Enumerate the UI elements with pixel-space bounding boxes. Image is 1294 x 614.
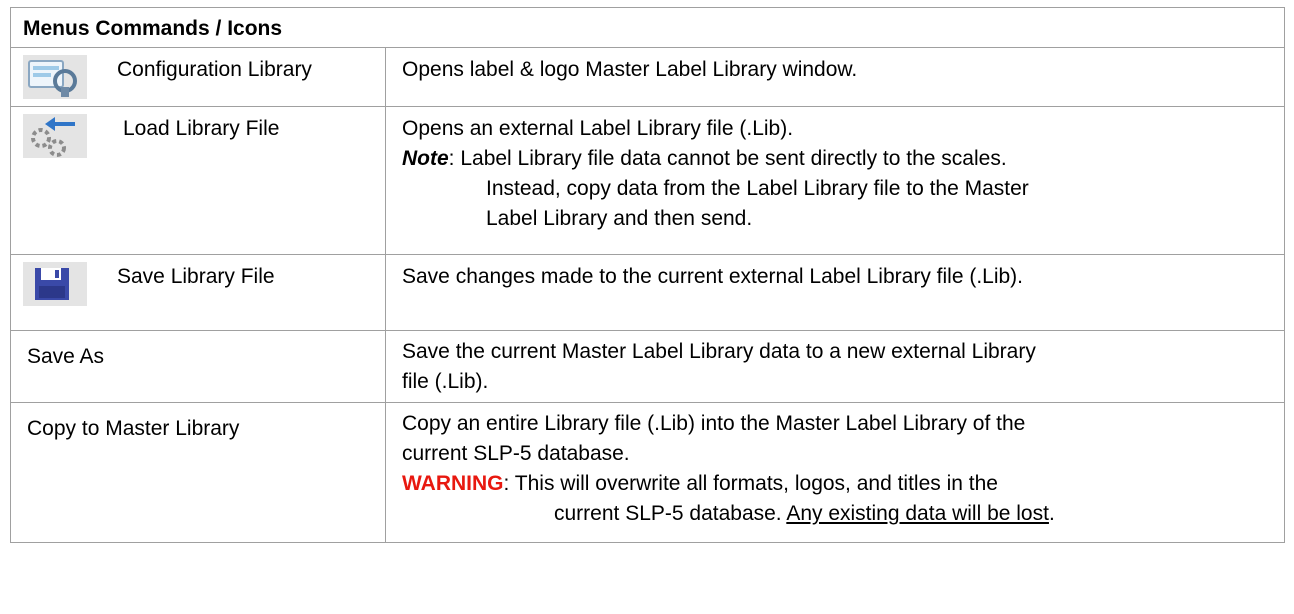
warning-cont-end: . [1048,502,1055,525]
table-row: Configuration Library Opens label & logo… [10,47,1285,107]
command-cell: Configuration Library [10,47,386,107]
table-row: Copy to Master Library Copy an entire Li… [10,402,1285,543]
save-library-file-icon [23,262,87,306]
description-cell: Save changes made to the current externa… [385,254,1285,331]
note-line: Note: Label Library file data cannot be … [402,144,1274,174]
description-line: file (.Lib). [402,370,489,393]
warning-line: WARNING: This will overwrite all formats… [402,469,1274,499]
description-line: Save the current Master Label Library da… [402,340,1036,363]
table-row: Save Library File Save changes made to t… [10,254,1285,331]
warning-label: WARNING [402,472,504,495]
table-header-row: Menus Commands / Icons [10,7,1285,48]
command-label: Copy to Master Library [27,417,240,440]
load-library-file-icon [23,114,87,158]
description-line: current SLP-5 database. [402,442,630,465]
description-line: Opens an external Label Library file (.L… [402,117,794,140]
warning-continuation: current SLP-5 database. Any existing dat… [402,499,1274,529]
command-label: Save As [27,345,105,368]
note-continuation: Label Library and then send. [486,207,753,230]
description-cell: Copy an entire Library file (.Lib) into … [385,402,1285,543]
description-line: Opens label & logo Master Label Library … [402,58,858,81]
table-row: Load Library File Opens an external Labe… [10,106,1285,255]
warning-cont-underlined: Any existing data will be lost [786,502,1049,525]
note-continuation: Instead, copy data from the Label Librar… [486,177,1029,200]
menu-commands-table: Menus Commands / Icons Configuration Lib… [10,7,1285,543]
description-line: Save changes made to the current externa… [402,265,1024,288]
table-row: Save As Save the current Master Label Li… [10,330,1285,403]
description-cell: Opens an external Label Library file (.L… [385,106,1285,255]
configuration-library-icon [23,55,87,99]
command-cell: Save As [10,330,386,403]
description-cell: Opens label & logo Master Label Library … [385,47,1285,107]
command-cell: Load Library File [10,106,386,255]
description-line: Copy an entire Library file (.Lib) into … [402,412,1026,435]
command-label: Load Library File [123,117,280,140]
command-cell: Copy to Master Library [10,402,386,543]
command-label: Save Library File [117,265,275,288]
note-text: : Label Library file data cannot be sent… [448,147,1007,170]
table-header: Menus Commands / Icons [10,7,1285,48]
description-cell: Save the current Master Label Library da… [385,330,1285,403]
command-label: Configuration Library [117,58,312,81]
warning-cont-plain: current SLP-5 database. [554,502,787,525]
command-cell: Save Library File [10,254,386,331]
note-label: Note [402,147,449,170]
warning-text: : This will overwrite all formats, logos… [503,472,998,495]
